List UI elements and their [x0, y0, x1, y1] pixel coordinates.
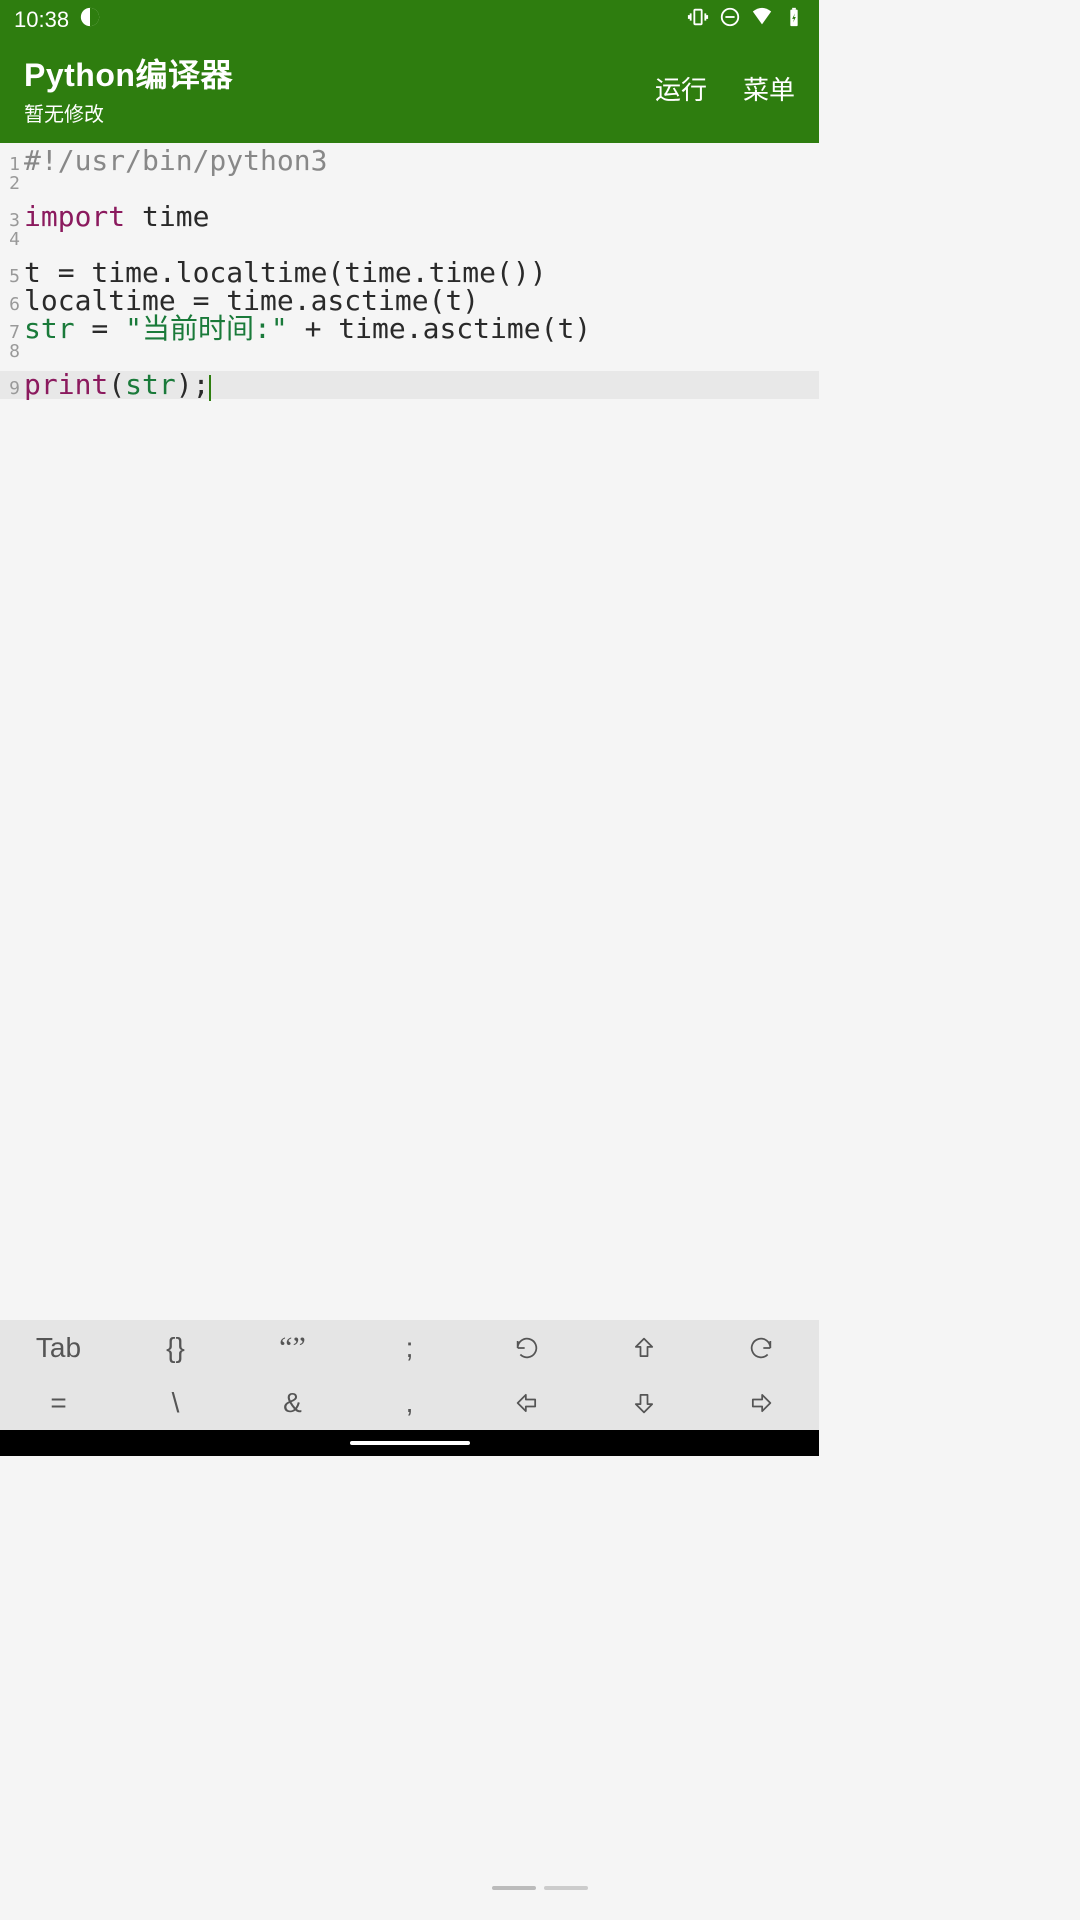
vibrate-icon — [687, 6, 709, 34]
undo-icon — [513, 1334, 541, 1362]
code-line[interactable]: 8 — [0, 343, 819, 371]
cursor — [209, 375, 211, 401]
code-line[interactable]: 2 — [0, 175, 819, 203]
line-number: 4 — [6, 231, 24, 249]
code-line[interactable]: 4 — [0, 231, 819, 259]
key-undo-icon[interactable] — [468, 1320, 585, 1375]
app-title: Python编译器 — [24, 50, 233, 96]
code-line[interactable]: 9print(str); — [0, 371, 819, 399]
arrow-up-icon — [630, 1334, 658, 1362]
run-button[interactable]: 运行 — [655, 70, 707, 107]
line-number: 8 — [6, 343, 24, 361]
app-icon — [79, 6, 101, 34]
code-line[interactable]: 6localtime = time.asctime(t) — [0, 287, 819, 315]
status-bar: 10:38 — [0, 0, 819, 40]
arrow-down-icon — [630, 1389, 658, 1417]
line-number: 2 — [6, 175, 24, 193]
wifi-icon — [751, 6, 773, 34]
line-number: 3 — [6, 212, 24, 230]
arrow-right-icon — [747, 1389, 775, 1417]
code-line[interactable]: 7str = "当前时间:" + time.asctime(t) — [0, 315, 819, 343]
menu-button[interactable]: 菜单 — [743, 70, 795, 107]
code-content[interactable]: print(str); — [24, 371, 211, 399]
line-number: 7 — [6, 324, 24, 342]
code-line[interactable]: 1#!/usr/bin/python3 — [0, 147, 819, 175]
key-[interactable]: “” — [234, 1320, 351, 1375]
key-arrow-left-icon[interactable] — [468, 1375, 585, 1430]
status-time: 10:38 — [14, 7, 69, 33]
code-line[interactable]: 5t = time.localtime(time.time()) — [0, 259, 819, 287]
key-[interactable]: & — [234, 1375, 351, 1430]
key-redo-icon[interactable] — [702, 1320, 819, 1375]
app-subtitle: 暂无修改 — [24, 98, 233, 127]
key-arrow-right-icon[interactable] — [702, 1375, 819, 1430]
line-number: 9 — [6, 380, 24, 398]
dnd-icon — [719, 6, 741, 34]
app-header: Python编译器 暂无修改 运行 菜单 — [0, 40, 819, 143]
battery-icon — [783, 6, 805, 34]
key-[interactable]: ; — [351, 1320, 468, 1375]
key-[interactable]: \ — [117, 1375, 234, 1430]
redo-icon — [747, 1334, 775, 1362]
code-line[interactable]: 3import time — [0, 203, 819, 231]
arrow-left-icon — [513, 1389, 541, 1417]
line-number: 1 — [6, 156, 24, 174]
key-Tab[interactable]: Tab — [0, 1320, 117, 1375]
code-content[interactable]: t = time.localtime(time.time()) — [24, 259, 547, 287]
code-content[interactable]: import time — [24, 203, 209, 231]
code-content[interactable]: str = "当前时间:" + time.asctime(t) — [24, 315, 591, 343]
key-arrow-down-icon[interactable] — [585, 1375, 702, 1430]
nav-handle[interactable] — [350, 1441, 470, 1445]
symbol-toolbar: Tab{}“”; =\&, — [0, 1320, 819, 1430]
line-number: 6 — [6, 296, 24, 314]
code-editor[interactable]: 1#!/usr/bin/python32 3import time4 5t = ti… — [0, 143, 819, 1320]
key-[interactable]: {} — [117, 1320, 234, 1375]
toolbar-scroll-indicator — [492, 1886, 588, 1890]
code-content[interactable]: #!/usr/bin/python3 — [24, 147, 327, 175]
code-content[interactable]: localtime = time.asctime(t) — [24, 287, 479, 315]
line-number: 5 — [6, 268, 24, 286]
key-arrow-up-icon[interactable] — [585, 1320, 702, 1375]
key-[interactable]: , — [351, 1375, 468, 1430]
key-[interactable]: = — [0, 1375, 117, 1430]
system-nav-bar[interactable] — [0, 1430, 819, 1456]
